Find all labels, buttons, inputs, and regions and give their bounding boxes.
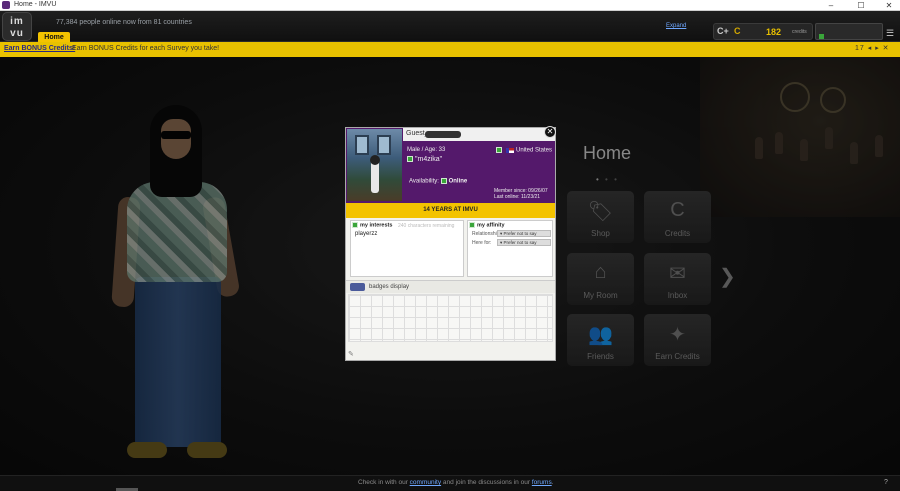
minimize-button[interactable]: – (820, 0, 842, 11)
interests-char-hint: 240 characters remaining (398, 223, 455, 229)
earn-bonus-link[interactable]: Earn BONUS Credits! (4, 45, 75, 52)
affinity-header: my affinity (469, 222, 505, 228)
edit-profile-icon[interactable]: ✎ (348, 350, 356, 358)
bonus-bar-controls[interactable]: 17 ◂ ▸ ✕ (855, 44, 890, 52)
top-header: im vu 77,384 people online now from 81 c… (0, 11, 900, 43)
footer-message: Check in with our community and join the… (358, 479, 554, 486)
availability: Availability: Online (409, 178, 467, 185)
country-name: United States (516, 147, 553, 154)
imvu-app-icon (2, 1, 10, 9)
footer-text-suffix: . (551, 479, 554, 486)
country-info: United States (496, 147, 552, 154)
quote-text: "m4zika" (415, 156, 443, 163)
room-window (355, 135, 369, 155)
online-check-icon (819, 34, 824, 39)
country-check-icon (496, 147, 502, 153)
profile-card-modal: Guest_ Male / Age: 33 United States "m4z… (345, 126, 556, 361)
affinity-panel (467, 220, 553, 277)
badges-display-label: badges display (369, 284, 410, 290)
interests-header: my interests (352, 222, 392, 228)
bonus-text: Earn BONUS Credits for each Survey you t… (72, 45, 220, 52)
badges-grid[interactable] (348, 294, 553, 342)
online-count-text: 77,384 people online now from 81 countri… (56, 19, 192, 26)
interests-input[interactable]: playerzz (355, 231, 377, 237)
quote-check-icon (407, 156, 413, 163)
gender-age: Male / Age: 33 (407, 147, 446, 153)
forums-link[interactable]: forums (532, 479, 552, 486)
interests-title: my interests (360, 222, 393, 229)
affinity-check-icon (469, 222, 475, 228)
last-online: Last online: 11/23/21 (494, 194, 541, 200)
title-bar: Home - IMVU – ☐ ✕ (0, 0, 900, 11)
affinity-title: my affinity (477, 222, 505, 229)
redacted-username (425, 131, 461, 138)
profile-quote: "m4zika" (407, 156, 442, 163)
badges-header: badges display (346, 280, 555, 293)
window-title: Home - IMVU (14, 1, 57, 8)
close-profile-button[interactable]: ✕ (544, 126, 556, 138)
room-window (377, 135, 391, 155)
account-widget[interactable] (815, 23, 883, 40)
main-menu-icon[interactable]: ☰ (886, 28, 894, 39)
credits-label: credits (792, 29, 807, 35)
imvu-logo[interactable]: im vu (2, 12, 32, 41)
credits-amount: 182 (766, 27, 782, 37)
years-banner: 14 YEARS AT IMVU (346, 203, 555, 218)
credits-coin-icon: C (734, 26, 741, 36)
close-window-button[interactable]: ✕ (878, 0, 900, 11)
footer-text-middle: and join the discussions in our (442, 479, 531, 486)
maximize-button[interactable]: ☐ (850, 0, 872, 11)
online-status-icon (440, 178, 447, 184)
help-icon[interactable]: ? (884, 479, 888, 486)
here-for-select[interactable]: ▾ Prefer not to say (497, 239, 551, 246)
status-footer: Check in with our community and join the… (0, 475, 900, 491)
availability-label: Availability: (409, 178, 439, 185)
add-credits-icon[interactable]: C+ (717, 26, 729, 36)
profile-name-bar: Guest_ (403, 128, 555, 141)
credits-widget[interactable]: C+ C 182 credits (713, 23, 813, 40)
availability-value: Online (448, 178, 468, 185)
here-for-label: Here for: (472, 240, 492, 246)
community-link[interactable]: community (410, 479, 441, 486)
profile-header: Guest_ Male / Age: 33 United States "m4z… (346, 128, 555, 203)
badge-icon (350, 283, 365, 291)
us-flag-icon (506, 147, 514, 153)
relationship-select[interactable]: ▾ Prefer not to say (497, 230, 551, 237)
expand-link[interactable]: Expand (666, 23, 686, 29)
interests-check-icon (352, 222, 358, 228)
imvu-window: Home - IMVU – ☐ ✕ im vu 77,384 people on… (0, 0, 900, 491)
profile-picture[interactable] (347, 129, 402, 201)
footer-text-prefix: Check in with our (358, 479, 408, 486)
mini-avatar-head (370, 155, 380, 165)
bonus-credits-bar: Earn BONUS Credits! Earn BONUS Credits f… (0, 42, 900, 57)
